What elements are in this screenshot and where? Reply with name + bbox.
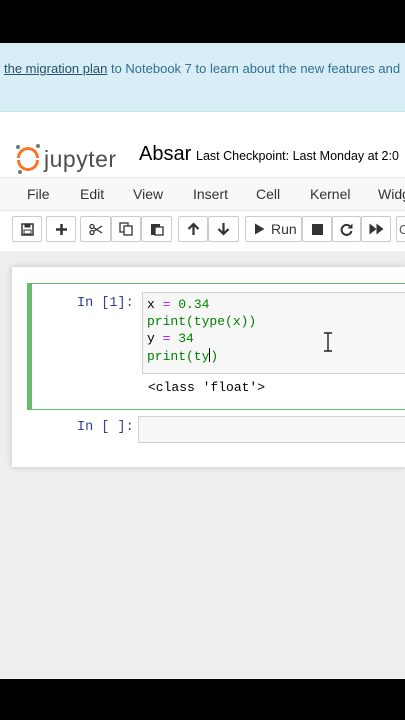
code-line: print(ty) xyxy=(147,348,219,364)
copy-button[interactable] xyxy=(111,216,141,242)
info-banner: the migration plan to Notebook 7 to lear… xyxy=(0,43,405,112)
input-prompt-empty: In [ ]: xyxy=(77,420,134,435)
banner-text: the migration plan to Notebook 7 to lear… xyxy=(4,61,400,76)
plus-icon xyxy=(55,223,67,235)
restart-button[interactable] xyxy=(332,216,361,242)
interrupt-button[interactable] xyxy=(302,216,332,242)
menu-widgets[interactable]: Widg xyxy=(378,186,405,202)
input-prompt: In [1]: xyxy=(77,296,134,311)
cut-icon xyxy=(88,223,102,235)
arrow-up-icon xyxy=(187,222,199,235)
cut-button[interactable] xyxy=(80,216,111,242)
checkpoint-status: Last Checkpoint: Last Monday at 2:0 xyxy=(196,149,399,163)
cell-type-select[interactable]: C xyxy=(396,216,405,242)
notebook-screen: the migration plan to Notebook 7 to lear… xyxy=(0,43,405,679)
code-line: x = 0.34 xyxy=(147,297,210,312)
code-cell-empty[interactable]: In [ ]: xyxy=(27,413,405,445)
save-icon xyxy=(20,222,34,236)
move-up-button[interactable] xyxy=(178,216,208,242)
fast-forward-icon xyxy=(369,223,383,235)
code-line: print(type(x)) xyxy=(147,314,257,329)
code-line: y = 34 xyxy=(147,331,194,346)
notebook-container: In [1]: x = 0.34 print(type(x)) y = 34 p… xyxy=(12,267,405,467)
add-cell-button[interactable] xyxy=(46,216,76,242)
run-icon xyxy=(255,223,265,235)
migration-plan-link[interactable]: the migration plan xyxy=(4,61,107,76)
logo-text: jupyter xyxy=(44,145,117,172)
menu-view[interactable]: View xyxy=(133,186,163,202)
jupyter-logo[interactable]: jupyter xyxy=(16,139,117,179)
save-button[interactable] xyxy=(12,216,42,242)
jupyter-logo-icon xyxy=(16,144,40,174)
ibeam-cursor-icon xyxy=(324,332,332,352)
copy-icon xyxy=(119,222,133,236)
select-edge-icon: C xyxy=(399,221,405,237)
cell-output: <class 'float'> xyxy=(148,380,266,395)
menubar: File Edit View Insert Cell Kernel Widg xyxy=(0,177,405,211)
paste-icon xyxy=(150,224,164,236)
menu-file[interactable]: File xyxy=(27,186,50,202)
menu-edit[interactable]: Edit xyxy=(80,186,104,202)
code-editor[interactable]: x = 0.34 print(type(x)) y = 34 print(ty) xyxy=(142,292,405,374)
stop-icon xyxy=(311,223,323,235)
menu-cell[interactable]: Cell xyxy=(256,186,280,202)
code-editor-empty[interactable] xyxy=(138,416,405,443)
toolbar: Run C xyxy=(0,211,405,251)
menu-kernel[interactable]: Kernel xyxy=(310,186,350,202)
banner-rest-text: to Notebook 7 to learn about the new fea… xyxy=(107,61,401,76)
restart-icon xyxy=(340,223,353,236)
run-button[interactable]: Run xyxy=(245,216,302,242)
move-down-button[interactable] xyxy=(208,216,239,242)
notebook-name[interactable]: Absar xyxy=(139,143,191,166)
arrow-down-icon xyxy=(217,223,230,236)
code-cell-selected[interactable]: In [1]: x = 0.34 print(type(x)) y = 34 p… xyxy=(27,283,405,410)
restart-run-all-button[interactable] xyxy=(361,216,391,242)
paste-button[interactable] xyxy=(141,216,172,242)
menu-insert[interactable]: Insert xyxy=(193,186,228,202)
run-label: Run xyxy=(271,221,297,237)
